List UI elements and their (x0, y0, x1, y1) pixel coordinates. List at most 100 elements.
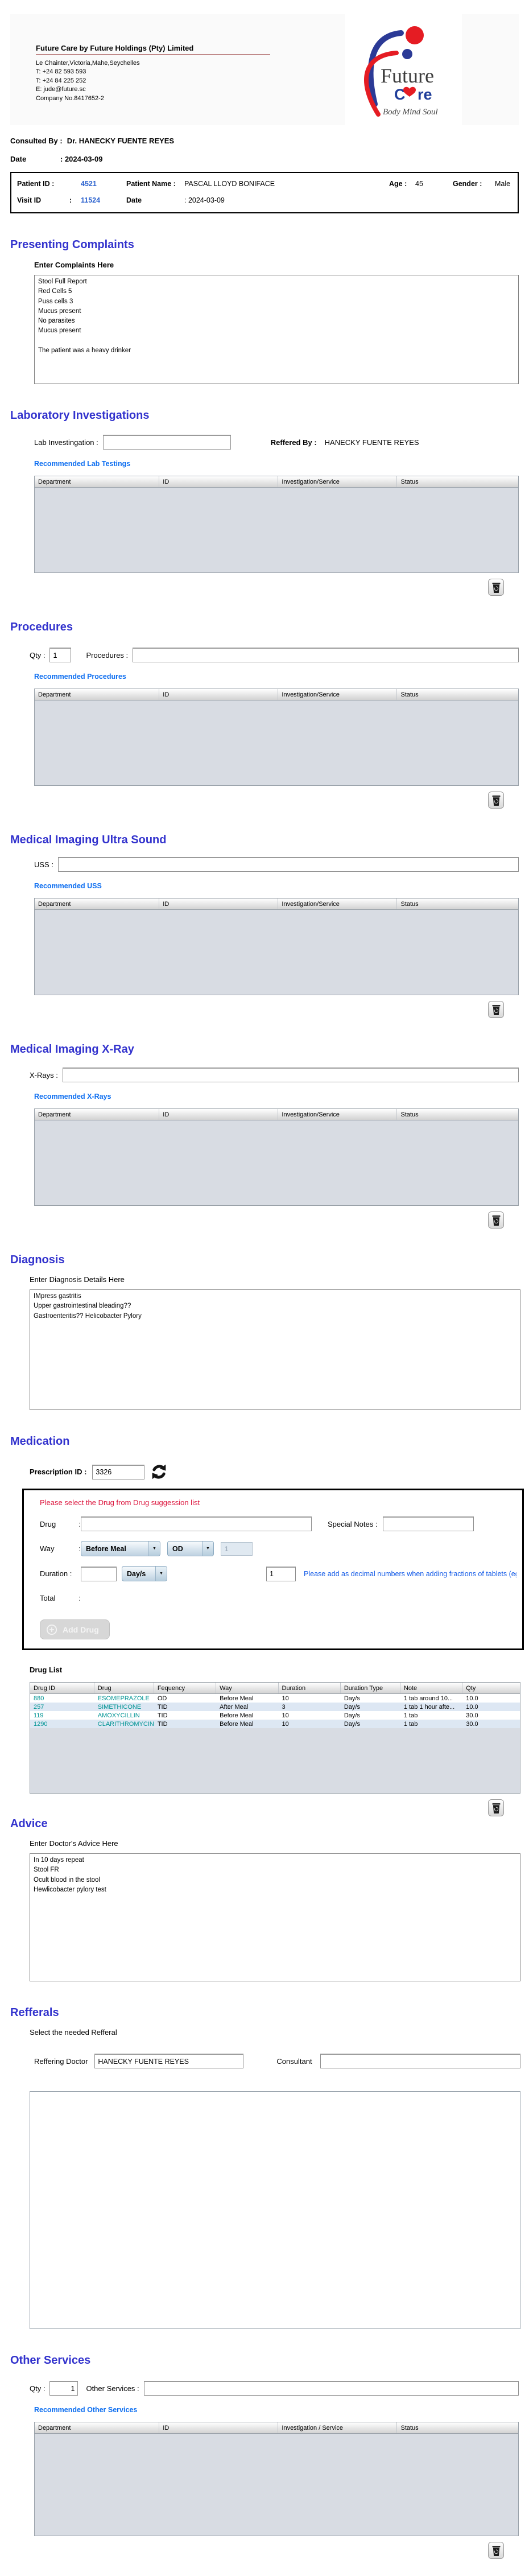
drug-entry-box: Please select the Drug from Drug suggess… (22, 1489, 524, 1650)
lab-table-body[interactable] (35, 487, 518, 572)
logo-dot-red (406, 26, 424, 44)
clear-medication-button[interactable] (488, 1799, 504, 1816)
age-value: 45 (415, 180, 453, 188)
advice-sublabel: Enter Doctor's Advice Here (30, 1839, 529, 1848)
drug-table-body: 880 ESOMEPRAZOLE OD Before Meal 10 Day/s… (30, 1693, 520, 1793)
patient-name-value: PASCAL LLOYD BONIFACE (184, 180, 389, 188)
drug-list-table: Drug ID Drug Fequency Way Duration Durat… (30, 1682, 520, 1794)
way-row: Way : Before Meal ▼ OD ▼ (40, 1541, 516, 1556)
plus-circle-icon (46, 1624, 57, 1635)
procedures-col-department: Department (35, 689, 159, 700)
other-col-investigation: Investigation / Service (278, 2422, 397, 2433)
lab-trash-row (0, 579, 504, 596)
other-table-body[interactable] (35, 2433, 518, 2536)
drug-table-row[interactable]: 119 AMOXYCILLIN TID Before Meal 10 Day/s… (30, 1711, 520, 1720)
medication-trash-row (0, 1799, 504, 1816)
lab-col-id: ID (159, 476, 278, 487)
other-services-input[interactable] (144, 2381, 519, 2396)
add-drug-button[interactable]: Add Drug (40, 1619, 110, 1639)
refresh-prescription-button[interactable] (150, 1463, 168, 1481)
frequency-select[interactable]: OD ▼ (167, 1541, 214, 1556)
lab-investigation-label: Lab Investingation : (34, 438, 98, 447)
uss-col-investigation: Investigation/Service (278, 898, 397, 909)
trash-icon (491, 1004, 501, 1016)
complaints-sublabel: Enter Complaints Here (34, 261, 529, 269)
drug-table-row[interactable]: 1290 CLARITHROMYCIN TID Before Meal 10 D… (30, 1720, 520, 1728)
other-qty-label: Qty : (30, 2384, 45, 2393)
chevron-down-icon: ▼ (202, 1542, 213, 1556)
complaints-textarea[interactable]: Stool Full Report Red Cells 5 Puss cells… (34, 275, 519, 384)
uss-col-id: ID (159, 898, 278, 909)
drug-input[interactable] (81, 1516, 312, 1531)
drug-table-row[interactable]: 257 SIMETHICONE TID After Meal 3 Day/s 1… (30, 1703, 520, 1711)
duration-input[interactable] (81, 1567, 117, 1581)
trash-icon (491, 2545, 501, 2557)
consultant-label: Consultant (276, 2057, 312, 2066)
xray-table-body[interactable] (35, 1120, 518, 1205)
recommended-procedures-label: Recommended Procedures (34, 673, 529, 681)
dose-input (221, 1542, 253, 1556)
consultant-input[interactable] (320, 2054, 520, 2068)
xray-col-id: ID (159, 1109, 278, 1120)
trash-icon (491, 794, 501, 806)
xray-label: X-Rays : (30, 1071, 58, 1079)
diagnosis-textarea[interactable]: IMpress gastritis Upper gastrointestinal… (30, 1289, 520, 1410)
reffering-doctor-input[interactable] (94, 2054, 243, 2068)
advice-textarea[interactable]: In 10 days repeat Stool FR Ocult blood i… (30, 1853, 520, 1981)
clear-other-services-button[interactable] (488, 2542, 504, 2559)
recommended-other-services-label: Recommended Other Services (34, 2406, 529, 2414)
uss-trash-row (0, 1001, 504, 1018)
company-email: E: jude@future.sc (36, 85, 270, 94)
clear-procedures-button[interactable] (488, 792, 504, 809)
tablet-qty-input[interactable] (266, 1567, 296, 1581)
clear-lab-button[interactable] (488, 579, 504, 596)
drug-col-qty: Qty (462, 1683, 520, 1693)
procedures-table-body[interactable] (35, 700, 518, 785)
future-care-logo: Future C re Body Mind Soul (345, 14, 462, 125)
other-col-id: ID (159, 2422, 278, 2433)
uss-input[interactable] (58, 857, 519, 872)
diagnosis-sublabel: Enter Diagnosis Details Here (30, 1275, 529, 1284)
presenting-complaints-heading: Presenting Complaints (10, 238, 529, 252)
prescription-id-input[interactable] (92, 1465, 144, 1479)
way-select[interactable]: Before Meal ▼ (81, 1541, 160, 1556)
company-address: Le Chainter,Victoria,Mahe,Seychelles (36, 59, 270, 68)
other-qty-input[interactable] (49, 2381, 78, 2396)
xray-input[interactable] (63, 1068, 519, 1082)
consulted-by-label: Consulted By : (10, 137, 63, 145)
duration-unit-select[interactable]: Day/s ▼ (122, 1566, 167, 1581)
date-value: : 2024-03-09 (60, 155, 102, 163)
procedures-qty-input[interactable] (49, 648, 71, 662)
uss-table: Department ID Investigation/Service Stat… (34, 898, 519, 995)
reffered-by-label: Reffered By : (271, 438, 317, 447)
drug-table-row[interactable]: 880 ESOMEPRAZOLE OD Before Meal 10 Day/s… (30, 1694, 520, 1703)
procedures-trash-row (0, 792, 504, 809)
special-notes-label: Special Notes : (328, 1520, 377, 1528)
xray-col-status: Status (397, 1109, 518, 1120)
uss-table-body[interactable] (35, 909, 518, 995)
refferals-heading: Refferals (10, 2006, 529, 2019)
xray-col-investigation: Investigation/Service (278, 1109, 397, 1120)
company-name: Future Care by Future Holdings (Pty) Lim… (36, 44, 270, 55)
visit-id-label: Visit ID : (17, 196, 72, 204)
clear-xray-button[interactable] (488, 1211, 504, 1229)
company-number: Company No.8417652-2 (36, 94, 270, 103)
visit-date-label: Date (126, 196, 184, 204)
xray-trash-row (0, 1211, 504, 1229)
recommended-xray-label: Recommended X-Rays (34, 1093, 529, 1101)
procedures-heading: Procedures (10, 621, 529, 634)
procedures-input[interactable] (133, 648, 519, 662)
procedures-table-header: Department ID Investigation/Service Stat… (35, 689, 518, 700)
clear-uss-button[interactable] (488, 1001, 504, 1018)
refferal-list-box[interactable] (30, 2091, 520, 2329)
company-phone-1: T: +24 82 593 593 (36, 68, 270, 76)
special-notes-input[interactable] (383, 1516, 474, 1531)
other-services-table: Department ID Investigation / Service St… (34, 2422, 519, 2536)
xray-field-row: X-Rays : (30, 1068, 519, 1082)
uss-label: USS : (34, 860, 53, 869)
drug-label: Drug : (40, 1520, 81, 1528)
drug-col-duration: Duration (279, 1683, 341, 1693)
drug-col-name: Drug (94, 1683, 154, 1693)
lab-investigation-input[interactable] (103, 435, 231, 450)
xray-table: Department ID Investigation/Service Stat… (34, 1108, 519, 1206)
